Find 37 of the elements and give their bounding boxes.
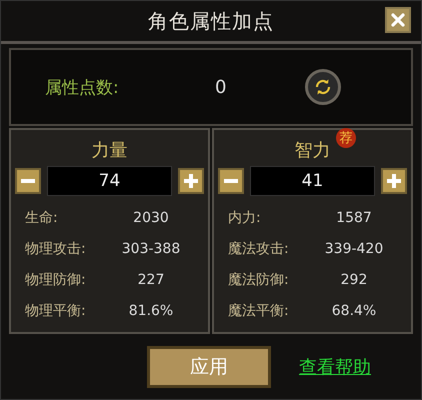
plus-icon (184, 174, 198, 188)
stat-value: 68.4% (330, 302, 378, 318)
points-label: 属性点数: (45, 76, 120, 98)
stat-label: 物理攻击: (25, 240, 87, 258)
stat-label: 物理平衡: (25, 302, 87, 320)
close-icon (391, 13, 405, 27)
points-value: 0 (215, 76, 228, 98)
minus-button[interactable] (15, 168, 41, 194)
stat-label: 生命: (25, 208, 59, 226)
close-button[interactable] (385, 7, 411, 33)
stat-label: 内力: (228, 208, 262, 226)
plus-icon (387, 174, 401, 188)
stat-value: 303-388 (120, 240, 182, 256)
stat-value: 227 (136, 272, 166, 288)
minus-button[interactable] (218, 168, 244, 194)
attribute-value-field[interactable]: 74 (47, 166, 172, 196)
recommend-badge: 荐 (336, 128, 356, 148)
stat-value: 1587 (335, 210, 373, 226)
stat-label: 物理防御: (25, 270, 87, 288)
attribute-name: 力量 (92, 139, 128, 162)
minus-icon (224, 179, 238, 183)
stat-label: 魔法防御: (228, 270, 290, 288)
stat-value: 292 (340, 272, 368, 288)
stat-value: 339-420 (324, 240, 384, 256)
attribute-value-field[interactable]: 41 (250, 166, 375, 196)
plus-button[interactable] (381, 168, 407, 194)
help-link[interactable]: 查看帮助 (299, 354, 371, 378)
attribute-name: 智力 (294, 139, 330, 162)
stat-value: 81.6% (128, 302, 174, 318)
stat-label: 魔法平衡: (228, 302, 290, 320)
window-title: 角色属性加点 (148, 8, 274, 34)
stat-label: 魔法攻击: (228, 240, 290, 258)
plus-button[interactable] (178, 168, 204, 194)
stat-value: 2030 (132, 210, 170, 226)
minus-icon (21, 179, 35, 183)
refresh-icon (314, 78, 332, 96)
reset-button[interactable] (305, 69, 341, 105)
